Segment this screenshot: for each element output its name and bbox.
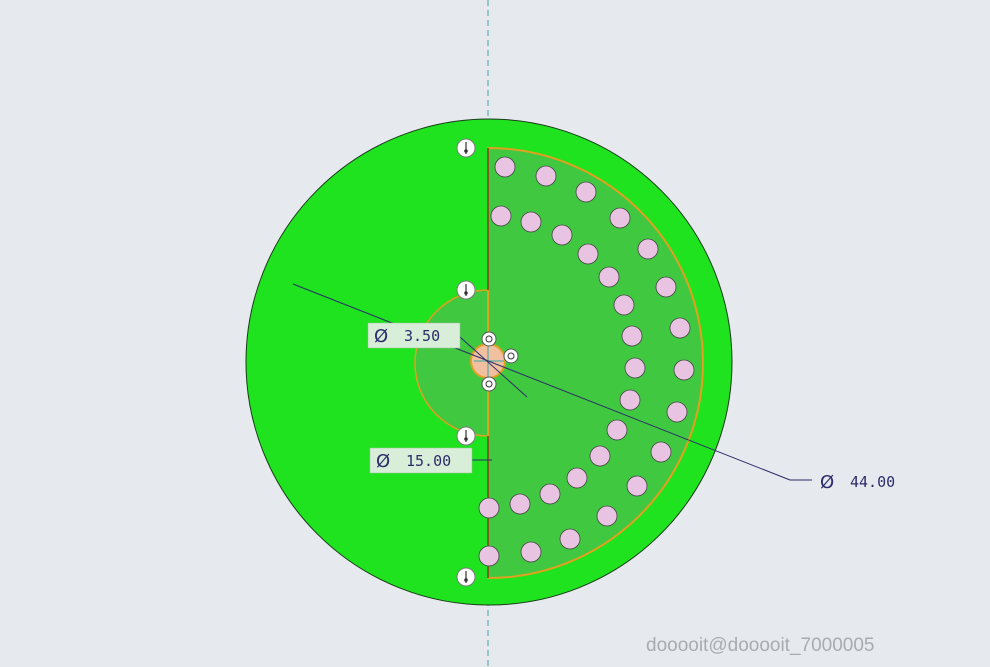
- dim-44-symbol: Ø: [820, 472, 834, 493]
- hole[interactable]: [596, 505, 618, 527]
- hole[interactable]: [478, 497, 500, 519]
- dim-label-15[interactable]: Ø 15.00: [369, 447, 473, 474]
- hole[interactable]: [575, 181, 597, 203]
- hole[interactable]: [619, 389, 641, 411]
- hole[interactable]: [494, 156, 516, 178]
- hole[interactable]: [598, 266, 620, 288]
- hole[interactable]: [566, 467, 588, 489]
- dim-44-value: 44.00: [850, 473, 895, 491]
- hole[interactable]: [669, 317, 691, 339]
- hole[interactable]: [490, 205, 512, 227]
- hole[interactable]: [509, 493, 531, 515]
- dim-3-5-value: 3.50: [404, 327, 440, 345]
- hole[interactable]: [559, 528, 581, 550]
- watermark-text: dooooit@dooooit_7000005: [646, 635, 875, 656]
- snap-point-icon[interactable]: [481, 331, 497, 347]
- hole[interactable]: [539, 483, 561, 505]
- hole[interactable]: [621, 325, 643, 347]
- dim-15-symbol: Ø: [376, 451, 390, 472]
- hole[interactable]: [637, 238, 659, 260]
- sketch-canvas[interactable]: Ø 3.50 Ø 15.00 Ø 44.00: [0, 0, 990, 667]
- hole[interactable]: [613, 294, 635, 316]
- hole[interactable]: [666, 401, 688, 423]
- hole[interactable]: [520, 211, 542, 233]
- hole[interactable]: [673, 359, 695, 381]
- hole[interactable]: [624, 357, 646, 379]
- hole[interactable]: [609, 207, 631, 229]
- dim-3-5-symbol: Ø: [374, 326, 388, 347]
- hole[interactable]: [650, 441, 672, 463]
- hole[interactable]: [626, 475, 648, 497]
- dim-label-44[interactable]: Ø 44.00: [820, 472, 895, 493]
- hole[interactable]: [535, 165, 557, 187]
- hole[interactable]: [577, 243, 599, 265]
- hole[interactable]: [520, 541, 542, 563]
- snap-point-icon[interactable]: [481, 376, 497, 392]
- hole[interactable]: [478, 545, 500, 567]
- hole[interactable]: [551, 224, 573, 246]
- hole[interactable]: [655, 276, 677, 298]
- dim-15-value: 15.00: [406, 452, 451, 470]
- hole[interactable]: [606, 419, 628, 441]
- constraint-icon[interactable]: [456, 280, 476, 300]
- constraint-icon[interactable]: [456, 138, 476, 158]
- snap-point-icon[interactable]: [503, 348, 519, 364]
- hole[interactable]: [589, 445, 611, 467]
- constraint-icon[interactable]: [456, 426, 476, 446]
- dim-label-3-5[interactable]: Ø 3.50: [367, 322, 461, 349]
- constraint-icon[interactable]: [456, 567, 476, 587]
